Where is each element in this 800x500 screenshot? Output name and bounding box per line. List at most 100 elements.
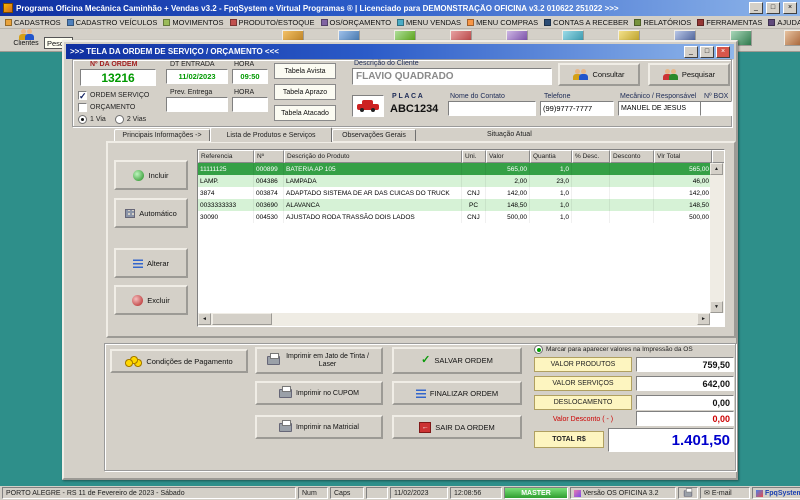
condicoes-pagamento-button[interactable]: Condições de Pagamento	[110, 349, 248, 373]
grid-corner	[712, 150, 724, 163]
menu-item-label: CADASTRO VEÍCULOS	[75, 17, 158, 27]
statusbar-email[interactable]: ✉ E-mail	[700, 487, 750, 499]
column-header[interactable]: % Desc.	[572, 150, 610, 163]
table-cell: CNJ	[462, 187, 486, 199]
table-cell: LAMP.	[198, 175, 254, 187]
statusbar-printer[interactable]	[678, 487, 698, 499]
menu-item[interactable]: CADASTRO VEÍCULOS	[64, 16, 161, 28]
finalizar-ordem-button[interactable]: FINALIZAR ORDEM	[392, 381, 522, 405]
table-row[interactable]: LAMP. 004386 LAMPADA 2,00 23,0 46,00	[198, 175, 724, 187]
imprimir-cupom-button[interactable]: Imprimir no CUPOM	[255, 381, 383, 405]
ordem-servico-checkbox[interactable]: ✓ ORDEM SERVIÇO	[78, 91, 149, 101]
menu-item[interactable]: MENU VENDAS	[394, 16, 464, 28]
menu-item[interactable]: FERRAMENTAS	[694, 16, 765, 28]
menu-item[interactable]: MOVIMENTOS	[160, 16, 226, 28]
contato-input[interactable]	[448, 101, 536, 116]
toolbar-icon[interactable]	[784, 30, 800, 46]
products-grid-body: 11111125 000899 BATERIA AP 105 565,00 1,0 565…	[198, 163, 724, 223]
menu-item[interactable]: AJUDA	[765, 16, 800, 28]
alterar-button[interactable]: Alterar	[114, 248, 188, 278]
orcamento-checkbox-box[interactable]	[78, 103, 87, 112]
pesquisar-button[interactable]: Pesquisar	[648, 63, 730, 86]
table-row[interactable]: 0033333333 003690 ALAVANCA PC 148,50 1,0 148,5…	[198, 199, 724, 211]
prev-entrega-input[interactable]	[166, 97, 228, 112]
menu-item[interactable]: MENU COMPRAS	[464, 16, 541, 28]
app-minimize-button[interactable]: _	[749, 2, 763, 14]
tabela-avista-button[interactable]: Tabela Avista	[274, 63, 336, 79]
printer-icon	[266, 353, 280, 365]
scroll-right-icon[interactable]: ►	[697, 313, 710, 325]
telefone-input[interactable]: (99)9777-7777	[540, 101, 614, 116]
imprimir-jato-button[interactable]: Imprimir em Jato de Tinta / Laser	[255, 347, 383, 374]
horizontal-scrollbar[interactable]: ◄ ►	[198, 313, 710, 326]
scroll-down-icon[interactable]: ▼	[710, 301, 723, 313]
menu-item[interactable]: RELATÓRIOS	[631, 16, 694, 28]
valor-servicos-label: VALOR SERVIÇOS	[534, 376, 632, 391]
salvar-ordem-button[interactable]: ✓ SALVAR ORDEM	[392, 347, 522, 374]
scroll-up-icon[interactable]: ▲	[710, 163, 723, 175]
window-maximize-button[interactable]: □	[700, 45, 714, 58]
column-header[interactable]: Referencia	[198, 150, 254, 163]
cliente-label: Descrição do Cliente	[354, 60, 419, 67]
column-header[interactable]: Uni.	[462, 150, 486, 163]
table-cell	[572, 163, 610, 175]
menu-item-icon	[467, 18, 475, 26]
tab-lista-produtos-servicos[interactable]: Lista de Produtos e Serviços	[210, 127, 332, 142]
menu-item[interactable]: PRODUTO/ESTOQUE	[227, 16, 318, 28]
scroll-left-icon[interactable]: ◄	[198, 313, 211, 325]
menu-item-label: RELATÓRIOS	[643, 17, 692, 27]
ordem-servico-checkbox-box[interactable]: ✓	[78, 91, 87, 101]
excluir-button[interactable]: Excluir	[114, 285, 188, 315]
sair-ordem-button[interactable]: ← SAIR DA ORDEM	[392, 415, 522, 439]
tabela-aprazo-button[interactable]: Tabela Aprazo	[274, 84, 336, 100]
table-cell: 004530	[254, 211, 284, 223]
placa-value[interactable]: ABC1234	[390, 103, 438, 115]
scrollbar-thumb[interactable]	[212, 313, 272, 325]
situacao-label: Situação Atual	[487, 131, 532, 138]
order-window-titlebar[interactable]: >>> TELA DA ORDEM DE SERVIÇO / ORÇAMENTO…	[66, 44, 734, 59]
column-header[interactable]: Valor	[486, 150, 530, 163]
menu-item[interactable]: OS/ORÇAMENTO	[318, 16, 395, 28]
column-header[interactable]: Descrição do Produto	[284, 150, 462, 163]
cliente-input[interactable]: FLAVIO QUADRADO	[352, 68, 552, 85]
radio-2vias[interactable]	[114, 115, 124, 124]
box-input[interactable]	[700, 101, 732, 116]
vertical-scrollbar[interactable]: ▲ ▼	[710, 163, 724, 313]
incluir-button[interactable]: Incluir	[114, 160, 188, 190]
table-row[interactable]: 3874 003874 ADAPTADO SISTEMA DE AR DAS CUI…	[198, 187, 724, 199]
table-row[interactable]: 30090 004530 AJUSTADO RODA TRASSÃO DOIS LA…	[198, 211, 724, 223]
window-close-button[interactable]: ×	[716, 45, 730, 58]
mecanico-value: MANUEL DE JESUS	[621, 105, 687, 112]
radio-1via-label: 1 Via	[90, 116, 106, 123]
menu-item-icon	[634, 18, 642, 26]
column-header[interactable]: Desconto	[610, 150, 654, 163]
window-minimize-button[interactable]: _	[684, 45, 698, 58]
marcar-radio-icon[interactable]	[534, 345, 543, 354]
products-grid-header: Referencia Nº Descrição do Produto Uni. Valo…	[198, 150, 724, 163]
column-header[interactable]: Nº	[254, 150, 284, 163]
toolbar-clientes-button[interactable]: Clientes	[5, 29, 47, 51]
hora-entrada-value[interactable]: 09:50	[232, 69, 268, 84]
menu-item[interactable]: CADASTROS	[2, 16, 64, 28]
app-close-button[interactable]: ×	[783, 2, 797, 14]
column-header[interactable]: Quantia	[530, 150, 572, 163]
app-maximize-button[interactable]: □	[766, 2, 780, 14]
orcamento-checkbox[interactable]: ORÇAMENTO	[78, 103, 135, 112]
order-window-title: >>> TELA DA ORDEM DE SERVIÇO / ORÇAMENTO…	[70, 47, 279, 56]
hora-prev-input[interactable]	[232, 97, 268, 112]
menu-item[interactable]: CONTAS A RECEBER	[541, 16, 631, 28]
tabela-atacado-button[interactable]: Tabela Atacado	[274, 105, 336, 121]
column-header[interactable]: Vlr Total	[654, 150, 712, 163]
automatico-button[interactable]: Automático	[114, 198, 188, 228]
telefone-label: Telefone	[544, 93, 571, 100]
statusbar-brand[interactable]: FpqSystem	[752, 487, 800, 499]
table-row[interactable]: 11111125 000899 BATERIA AP 105 565,00 1,0 565…	[198, 163, 724, 175]
table-cell: LAMPADA	[284, 175, 462, 187]
imprimir-matricial-button[interactable]: Imprimir na Matricial	[255, 415, 383, 439]
consultar-button[interactable]: Consultar	[558, 63, 640, 86]
dt-entrada-value[interactable]: 11/02/2023	[166, 69, 228, 84]
table-cell: 2,00	[486, 175, 530, 187]
radio-2vias-label: 2 Vias	[126, 116, 147, 123]
marcar-impressao-radio[interactable]: Marcar para aparecer valores na Impressã…	[534, 345, 693, 354]
radio-1via[interactable]	[78, 115, 87, 124]
